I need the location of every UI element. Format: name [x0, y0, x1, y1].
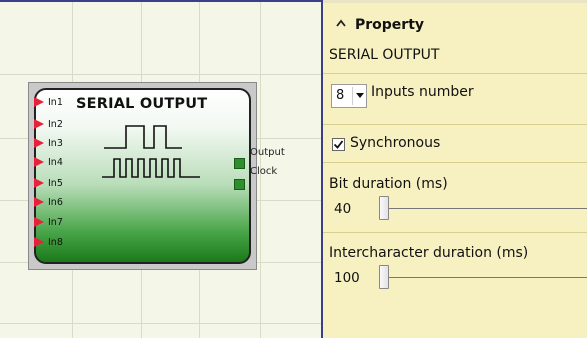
panel-top-strip: [323, 0, 587, 3]
canvas-top-border: [0, 0, 323, 2]
chevron-up-icon[interactable]: [333, 16, 349, 32]
input-label-1: In1: [48, 97, 63, 108]
checkmark-icon: [333, 140, 344, 149]
bit-duration-value: 40: [334, 201, 352, 217]
dropdown-arrow-svg: [355, 93, 364, 98]
output-port-clock[interactable]: [234, 179, 245, 190]
input-port-8-arrow-icon[interactable]: [34, 237, 44, 247]
synchronous-checkbox[interactable]: [332, 138, 345, 151]
output-label-clock: Clock: [250, 166, 278, 177]
intercharacter-duration-slider-track[interactable]: [379, 277, 587, 278]
separator: [323, 124, 587, 125]
input-label-6: In6: [48, 197, 63, 208]
input-port-6-arrow-icon[interactable]: [34, 197, 44, 207]
input-label-4: In4: [48, 157, 63, 168]
input-label-7: In7: [48, 217, 63, 228]
intercharacter-duration-label: Intercharacter duration (ms): [329, 245, 529, 261]
block-title: SERIAL OUTPUT: [76, 96, 208, 112]
input-port-7-arrow-icon[interactable]: [34, 217, 44, 227]
property-subtitle: SERIAL OUTPUT: [329, 47, 440, 63]
input-label-2: In2: [48, 119, 63, 130]
property-panel: Property SERIAL OUTPUT 8 Inputs number S…: [323, 0, 587, 338]
input-label-5: In5: [48, 178, 63, 189]
synchronous-label[interactable]: Synchronous: [350, 135, 440, 151]
separator: [323, 232, 587, 233]
input-port-3-arrow-icon[interactable]: [34, 138, 44, 148]
serial-waveform-icon: [102, 125, 200, 178]
chevron-down-icon[interactable]: [352, 87, 366, 105]
intercharacter-duration-value: 100: [334, 270, 360, 286]
input-port-2-arrow-icon[interactable]: [34, 119, 44, 129]
input-label-3: In3: [48, 138, 63, 149]
input-port-1-arrow-icon[interactable]: [34, 97, 44, 107]
input-label-8: In8: [48, 237, 63, 248]
output-port-output[interactable]: [234, 158, 245, 169]
intercharacter-duration-slider-thumb[interactable]: [379, 265, 389, 289]
input-port-5-arrow-icon[interactable]: [34, 178, 44, 188]
inputs-number-value: 8: [336, 88, 345, 103]
bit-duration-label: Bit duration (ms): [329, 176, 448, 192]
output-label-output: Output: [250, 147, 285, 158]
bit-duration-slider-track[interactable]: [379, 208, 587, 209]
separator: [323, 162, 587, 163]
collapse-chevron-svg: [336, 19, 346, 27]
design-canvas[interactable]: SERIAL OUTPUT In1 In2 In3 In4 In5 In6 In…: [0, 0, 321, 338]
inputs-number-label: Inputs number: [371, 84, 474, 100]
bit-duration-slider-thumb[interactable]: [379, 196, 389, 220]
inputs-number-select[interactable]: 8: [331, 84, 367, 108]
input-port-4-arrow-icon[interactable]: [34, 157, 44, 167]
separator: [323, 73, 587, 74]
property-header: Property: [355, 17, 425, 33]
